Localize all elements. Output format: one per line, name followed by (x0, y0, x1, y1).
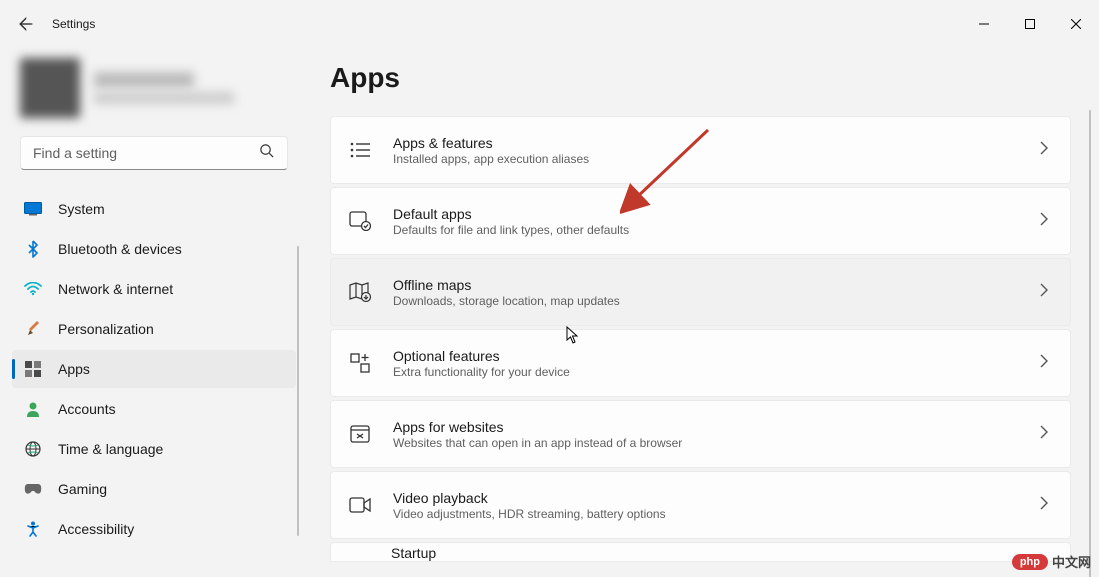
globe-icon (24, 440, 42, 458)
sidebar-item-label: System (58, 201, 105, 217)
wifi-icon (24, 280, 42, 298)
minimize-button[interactable] (961, 8, 1007, 40)
chevron-right-icon (1040, 141, 1048, 160)
accounts-icon (24, 400, 42, 418)
sidebar: System Bluetooth & devices Network & int… (0, 48, 300, 577)
default-apps-icon (349, 210, 371, 232)
main-scrollbar[interactable] (1089, 110, 1091, 577)
sidebar-item-personalization[interactable]: Personalization (12, 310, 296, 348)
card-title: Startup (391, 545, 436, 561)
card-desc: Video adjustments, HDR streaming, batter… (393, 507, 1018, 521)
chevron-right-icon (1040, 283, 1048, 302)
card-video-playback[interactable]: Video playback Video adjustments, HDR st… (330, 471, 1071, 539)
card-default-apps[interactable]: Default apps Defaults for file and link … (330, 187, 1071, 255)
card-apps-websites[interactable]: Apps for websites Websites that can open… (330, 400, 1071, 468)
websites-icon (349, 423, 371, 445)
search-input[interactable] (20, 136, 288, 170)
sidebar-scrollbar[interactable] (297, 246, 299, 536)
watermark: php 中文网 (1012, 552, 1091, 571)
watermark-badge: php (1012, 554, 1048, 570)
chevron-right-icon (1040, 354, 1048, 373)
sidebar-item-label: Time & language (58, 441, 163, 457)
window-controls (961, 8, 1099, 40)
sidebar-item-gaming[interactable]: Gaming (12, 470, 296, 508)
card-desc: Websites that can open in an app instead… (393, 436, 1018, 450)
card-startup[interactable]: Startup (330, 542, 1071, 562)
card-title: Default apps (393, 206, 1018, 222)
sidebar-item-network[interactable]: Network & internet (12, 270, 296, 308)
card-desc: Extra functionality for your device (393, 365, 1018, 379)
page-title: Apps (330, 62, 1071, 94)
chevron-right-icon (1040, 212, 1048, 231)
sidebar-item-label: Accessibility (58, 521, 134, 537)
system-icon (24, 200, 42, 218)
brush-icon (24, 320, 42, 338)
card-title: Video playback (393, 490, 1018, 506)
card-title: Optional features (393, 348, 1018, 364)
watermark-text: 中文网 (1052, 552, 1091, 571)
apps-icon (24, 360, 42, 378)
search-icon (259, 143, 274, 163)
sidebar-item-accessibility[interactable]: Accessibility (12, 510, 296, 548)
gamepad-icon (24, 480, 42, 498)
accessibility-icon (24, 520, 42, 538)
card-desc: Defaults for file and link types, other … (393, 223, 1018, 237)
title-bar: Settings (0, 0, 1099, 48)
card-title: Offline maps (393, 277, 1018, 293)
sidebar-item-label: Apps (58, 361, 90, 377)
chevron-right-icon (1040, 496, 1048, 515)
video-icon (349, 494, 371, 516)
sidebar-item-apps[interactable]: Apps (12, 350, 296, 388)
sidebar-item-label: Gaming (58, 481, 107, 497)
maximize-button[interactable] (1007, 8, 1053, 40)
sidebar-nav: System Bluetooth & devices Network & int… (12, 190, 296, 548)
card-title: Apps for websites (393, 419, 1018, 435)
map-icon (349, 281, 371, 303)
profile-name (94, 72, 194, 88)
card-apps-features[interactable]: Apps & features Installed apps, app exec… (330, 116, 1071, 184)
sidebar-item-label: Personalization (58, 321, 154, 337)
sidebar-item-label: Accounts (58, 401, 116, 417)
avatar (20, 58, 80, 118)
card-desc: Installed apps, app execution aliases (393, 152, 1018, 166)
sidebar-item-label: Bluetooth & devices (58, 241, 182, 257)
sidebar-item-accounts[interactable]: Accounts (12, 390, 296, 428)
profile-section[interactable] (12, 52, 296, 136)
back-button[interactable] (18, 16, 34, 32)
close-button[interactable] (1053, 8, 1099, 40)
card-title: Apps & features (393, 135, 1018, 151)
profile-email (94, 92, 234, 104)
card-desc: Downloads, storage location, map updates (393, 294, 1018, 308)
bluetooth-icon (24, 240, 42, 258)
chevron-right-icon (1040, 425, 1048, 444)
main-content: Apps Apps & features Installed apps, app… (300, 48, 1099, 577)
sidebar-item-time-language[interactable]: Time & language (12, 430, 296, 468)
card-optional-features[interactable]: Optional features Extra functionality fo… (330, 329, 1071, 397)
window-title: Settings (52, 17, 95, 31)
sidebar-item-bluetooth[interactable]: Bluetooth & devices (12, 230, 296, 268)
sidebar-item-label: Network & internet (58, 281, 173, 297)
card-offline-maps[interactable]: Offline maps Downloads, storage location… (330, 258, 1071, 326)
optional-features-icon (349, 352, 371, 374)
list-icon (349, 139, 371, 161)
sidebar-item-system[interactable]: System (12, 190, 296, 228)
